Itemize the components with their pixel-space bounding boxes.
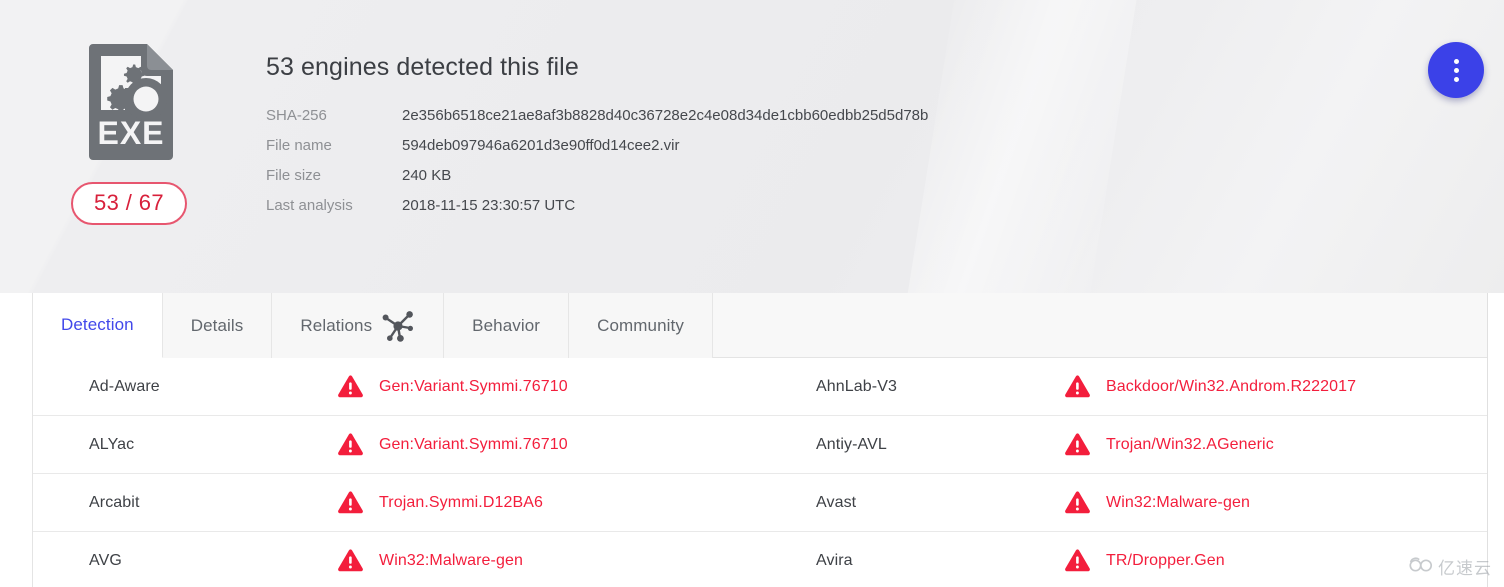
engine-name: AhnLab-V3 bbox=[816, 377, 897, 395]
engine-verdict: Trojan.Symmi.D12BA6 bbox=[337, 490, 543, 515]
warning-triangle-icon bbox=[1064, 548, 1091, 573]
engine-verdict: Backdoor/Win32.Androm.R222017 bbox=[1064, 374, 1356, 399]
table-row[interactable]: Avast Win32:Malware-gen bbox=[760, 474, 1487, 532]
metadata-label: SHA-256 bbox=[266, 107, 327, 124]
tab-label: Behavior bbox=[472, 315, 541, 335]
metadata-label: File size bbox=[266, 167, 322, 184]
tab-relations[interactable]: Relations bbox=[272, 293, 445, 358]
metadata-row: File name 594deb097946a6201d3e90ff0d14ce… bbox=[266, 131, 928, 161]
warning-triangle-icon bbox=[1064, 374, 1091, 399]
engine-verdict: Gen:Variant.Symmi.76710 bbox=[337, 432, 568, 457]
engine-name: ALYac bbox=[89, 435, 135, 453]
table-row[interactable]: Antiy-AVL Trojan/Win32.AGeneric bbox=[760, 416, 1487, 474]
engine-name: Ad-Aware bbox=[89, 377, 160, 395]
table-row[interactable]: AhnLab-V3 Backdoor/Win32.Androm.R222017 bbox=[760, 358, 1487, 416]
tab-label: Relations bbox=[300, 315, 373, 335]
warning-triangle-icon bbox=[1064, 432, 1091, 457]
verdict-label: Backdoor/Win32.Androm.R222017 bbox=[1106, 377, 1357, 395]
file-metadata: SHA-256 2e356b6518ce21ae8af3b8828d40c367… bbox=[266, 101, 928, 221]
engine-name: AVG bbox=[89, 551, 122, 569]
warning-triangle-icon bbox=[337, 490, 364, 515]
metadata-row: SHA-256 2e356b6518ce21ae8af3b8828d40c367… bbox=[266, 101, 928, 131]
exe-file-icon: EXE bbox=[62, 40, 196, 162]
verdict-label: Gen:Variant.Symmi.76710 bbox=[379, 377, 568, 395]
table-row[interactable]: AVG Win32:Malware-gen bbox=[33, 532, 760, 587]
engine-verdict: TR/Dropper.Gen bbox=[1064, 548, 1225, 573]
tab-label: Details bbox=[190, 315, 244, 335]
metadata-value: 2018-11-15 23:30:57 UTC bbox=[402, 197, 576, 214]
table-row[interactable]: Arcabit Trojan.Symmi.D12BA6 bbox=[33, 474, 760, 532]
verdict-label: Win32:Malware-gen bbox=[379, 551, 523, 569]
warning-triangle-icon bbox=[1064, 490, 1091, 515]
warning-triangle-icon bbox=[337, 374, 364, 399]
page-title: 53 engines detected this file bbox=[266, 53, 579, 81]
detections-column-left: Ad-Aware Gen:Variant.Symmi.76710 ALYac G… bbox=[33, 358, 760, 587]
report-tabs: Detection Details Relations Behavior Com… bbox=[33, 293, 1487, 358]
report-card: Detection Details Relations Behavior Com… bbox=[32, 293, 1488, 587]
tab-label: Community bbox=[597, 315, 684, 335]
metadata-row: File size 240 KB bbox=[266, 161, 928, 191]
more-vertical-icon bbox=[1453, 67, 1459, 73]
table-row[interactable]: Avira TR/Dropper.Gen bbox=[760, 532, 1487, 587]
warning-triangle-icon bbox=[337, 548, 364, 573]
verdict-label: Trojan.Symmi.D12BA6 bbox=[379, 493, 544, 511]
metadata-label: Last analysis bbox=[266, 197, 353, 214]
detections-table: Ad-Aware Gen:Variant.Symmi.76710 ALYac G… bbox=[33, 358, 1487, 587]
metadata-value: 2e356b6518ce21ae8af3b8828d40c36728e2c4e0… bbox=[402, 107, 929, 124]
metadata-label: File name bbox=[266, 137, 332, 154]
metadata-value: 594deb097946a6201d3e90ff0d14cee2.vir bbox=[402, 137, 680, 154]
engine-name: Avast bbox=[816, 493, 857, 511]
tab-community[interactable]: Community bbox=[569, 293, 713, 358]
tab-label: Detection bbox=[61, 315, 134, 334]
detections-column-right: AhnLab-V3 Backdoor/Win32.Androm.R222017 bbox=[760, 358, 1487, 587]
engine-name: Antiy-AVL bbox=[816, 435, 887, 453]
engine-verdict: Trojan/Win32.AGeneric bbox=[1064, 432, 1274, 457]
verdict-label: TR/Dropper.Gen bbox=[1106, 551, 1225, 569]
warning-triangle-icon bbox=[337, 432, 364, 457]
verdict-label: Trojan/Win32.AGeneric bbox=[1106, 435, 1274, 453]
detection-score-badge: 53 / 67 bbox=[70, 182, 188, 225]
svg-text:EXE: EXE bbox=[97, 115, 164, 151]
engine-verdict: Win32:Malware-gen bbox=[1064, 490, 1250, 515]
file-summary: EXE 53 / 67 53 engines detected this fil… bbox=[0, 0, 1504, 293]
engine-name: Avira bbox=[816, 551, 853, 569]
file-identity-block: EXE 53 / 67 bbox=[62, 40, 196, 225]
more-vertical-icon bbox=[1453, 58, 1459, 64]
file-analysis-page: EXE 53 / 67 53 engines detected this fil… bbox=[0, 0, 1504, 587]
engine-name: Arcabit bbox=[89, 493, 140, 511]
more-actions-button[interactable] bbox=[1428, 42, 1484, 98]
tab-detection[interactable]: Detection bbox=[33, 293, 163, 358]
graph-nodes-icon bbox=[381, 309, 415, 343]
table-row[interactable]: Ad-Aware Gen:Variant.Symmi.76710 bbox=[33, 358, 760, 416]
verdict-label: Win32:Malware-gen bbox=[1106, 493, 1250, 511]
tab-details[interactable]: Details bbox=[162, 293, 273, 358]
more-vertical-icon bbox=[1453, 76, 1459, 82]
tab-behavior[interactable]: Behavior bbox=[444, 293, 570, 358]
verdict-label: Gen:Variant.Symmi.76710 bbox=[379, 435, 568, 453]
engine-verdict: Gen:Variant.Symmi.76710 bbox=[337, 374, 568, 399]
metadata-row: Last analysis 2018-11-15 23:30:57 UTC bbox=[266, 191, 928, 221]
table-row[interactable]: ALYac Gen:Variant.Symmi.76710 bbox=[33, 416, 760, 474]
engine-verdict: Win32:Malware-gen bbox=[337, 548, 523, 573]
metadata-value: 240 KB bbox=[402, 167, 452, 184]
